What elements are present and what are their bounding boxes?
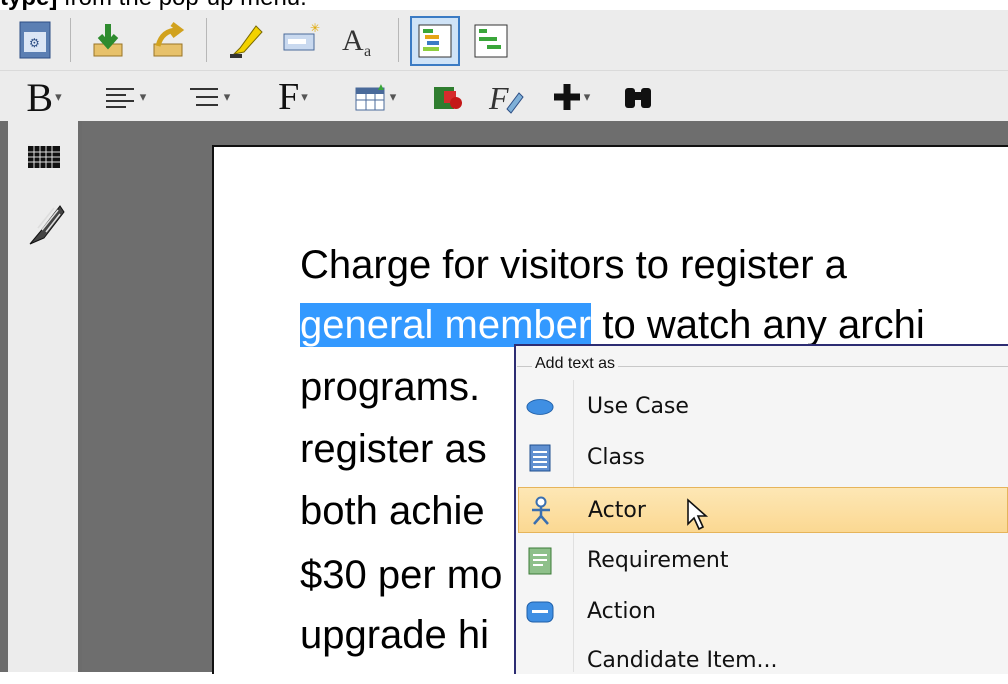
menu-group-header: Add text as xyxy=(532,354,619,374)
menu-item-action[interactable]: Action xyxy=(518,589,1008,635)
mouse-cursor-icon xyxy=(685,498,713,537)
bold-glyph: B xyxy=(26,74,54,120)
tool-palette xyxy=(8,121,78,672)
doc-line-3[interactable]: programs. xyxy=(300,364,480,410)
export-icon[interactable] xyxy=(146,18,190,62)
add-icon[interactable]: ▾ xyxy=(536,75,606,119)
font-icon[interactable]: F ▾ xyxy=(260,75,326,119)
menu-item-use-case[interactable]: Use Case xyxy=(518,384,1008,430)
main-toolbar: ⚙ ✳ Aa xyxy=(0,10,1008,71)
svg-text:✳: ✳ xyxy=(310,21,320,35)
format-toolbar: B ▾ ▾ ▾ F ▾ ▲ ▾ F ▾ xyxy=(0,71,1008,121)
grid-icon[interactable] xyxy=(26,143,62,171)
highlighter-icon[interactable] xyxy=(224,18,268,62)
layout-a-icon[interactable] xyxy=(410,16,460,66)
insert-field-icon[interactable]: ✳ xyxy=(278,18,322,62)
find-icon[interactable] xyxy=(616,75,660,119)
use-case-icon xyxy=(526,393,554,421)
bold-icon[interactable]: B ▾ xyxy=(14,74,74,120)
svg-text:a: a xyxy=(364,43,371,60)
actor-icon xyxy=(527,496,555,525)
menu-item-requirement[interactable]: Requirement xyxy=(518,538,1008,584)
menu-item-candidate-item[interactable]: Candidate Item... xyxy=(518,638,1008,684)
action-icon xyxy=(526,598,554,626)
color-icon[interactable] xyxy=(424,75,472,119)
doc-line-5[interactable]: both achie xyxy=(300,488,485,534)
table-icon[interactable]: ▲ ▾ xyxy=(340,75,410,119)
svg-text:F: F xyxy=(488,80,509,115)
formula-icon[interactable]: F xyxy=(480,75,530,119)
highlighted-text[interactable]: general member xyxy=(300,303,592,347)
doc-line-7[interactable]: upgrade hi xyxy=(300,612,489,658)
doc-line-1[interactable]: Charge for visitors to register a xyxy=(300,242,847,288)
class-icon xyxy=(526,444,554,472)
font-glyph: F xyxy=(278,76,300,118)
doc-line-4[interactable]: register as xyxy=(300,426,487,472)
requirement-icon xyxy=(526,547,554,575)
brush-icon[interactable] xyxy=(26,199,66,249)
import-icon[interactable] xyxy=(86,18,130,62)
svg-text:⚙: ⚙ xyxy=(29,36,40,50)
font-size-icon[interactable]: Aa xyxy=(336,18,380,62)
align-icon[interactable]: ▾ xyxy=(92,75,158,119)
menu-item-actor[interactable]: Actor xyxy=(518,487,1008,533)
menu-item-class[interactable]: Class xyxy=(518,435,1008,481)
report-icon[interactable]: ⚙ xyxy=(14,18,56,62)
list-icon[interactable]: ▾ xyxy=(176,75,242,119)
svg-text:A: A xyxy=(342,24,364,57)
layout-b-icon[interactable] xyxy=(466,16,516,66)
doc-line-6[interactable]: $30 per mo xyxy=(300,552,502,598)
instruction-caption: type] from the pop-up menu. xyxy=(0,0,1008,10)
svg-text:▲: ▲ xyxy=(376,82,386,93)
doc-line-2[interactable]: general member to watch any archi xyxy=(300,302,925,348)
